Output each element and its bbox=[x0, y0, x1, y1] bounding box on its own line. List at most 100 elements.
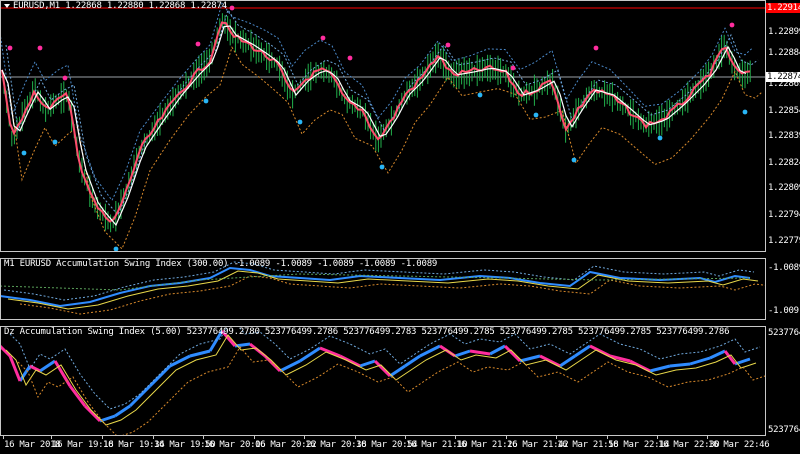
upper-band-line bbox=[0, 2, 753, 202]
dz-up-segment bbox=[574, 344, 591, 358]
signal-dot-bottom bbox=[297, 119, 303, 125]
signal-dot-top bbox=[729, 22, 735, 28]
dz-axis: 52377649 52377649 bbox=[766, 326, 800, 436]
signal-dot-bottom bbox=[477, 92, 483, 98]
chevron-down-icon[interactable] bbox=[4, 3, 10, 8]
dz-up-segment bbox=[404, 354, 421, 368]
symbol-name: EURUSD,M1 bbox=[13, 1, 60, 11]
dz-down-segment bbox=[29, 364, 41, 373]
dz-lower-band bbox=[17, 346, 766, 436]
price-chart-pane[interactable]: EURUSD,M1 1.22868 1.22880 1.22868 1.2287… bbox=[0, 0, 766, 252]
dz-chart-canvas[interactable] bbox=[0, 326, 766, 436]
dz-down-segment bbox=[68, 385, 87, 407]
time-tick bbox=[51, 436, 52, 439]
signal-dot-bottom bbox=[742, 109, 748, 115]
time-tick bbox=[657, 436, 658, 439]
upper-band-line-2 bbox=[5, 8, 759, 216]
price-axis-label: 1.22899 bbox=[768, 27, 800, 37]
signal-dot-bottom bbox=[571, 157, 577, 163]
signal-dot-top bbox=[229, 5, 235, 11]
signal-dot-top bbox=[347, 55, 353, 61]
dz-up-segment bbox=[689, 356, 711, 366]
time-tick bbox=[455, 436, 456, 439]
signal-dot-top bbox=[593, 45, 599, 51]
dz-signal-line bbox=[5, 334, 757, 426]
time-tick bbox=[556, 436, 557, 439]
asi-axis-bottom: -1.009 bbox=[768, 306, 799, 316]
dz-up-segment bbox=[148, 364, 172, 388]
dz-up-segment bbox=[189, 349, 211, 358]
signal-dot-bottom bbox=[52, 139, 58, 145]
dz-down-segment bbox=[469, 349, 491, 356]
price-axis-label: 1.22779 bbox=[768, 236, 800, 246]
signal-dot-top bbox=[445, 42, 451, 48]
dz-down-segment bbox=[629, 359, 651, 373]
dz-axis-bottom: 52377649 bbox=[768, 425, 800, 435]
time-tick bbox=[607, 436, 608, 439]
signal-dot-top bbox=[7, 45, 13, 51]
time-tick bbox=[304, 436, 305, 439]
asi-title: M1 EURUSD Accumulation Swing Index (300.… bbox=[4, 259, 438, 269]
dz-down-segment bbox=[8, 355, 22, 382]
dz-up-segment bbox=[489, 344, 506, 356]
dz-down-segment bbox=[249, 342, 266, 358]
signal-dot-top bbox=[62, 75, 68, 81]
dz-down-segment bbox=[53, 360, 72, 387]
signal-dot-top bbox=[320, 35, 326, 41]
dz-up-segment bbox=[559, 354, 576, 368]
time-tick bbox=[707, 436, 708, 439]
ohlc-values: 1.22868 1.22880 1.22868 1.22874 bbox=[65, 1, 227, 11]
time-tick bbox=[254, 436, 255, 439]
price-chart-canvas[interactable] bbox=[0, 0, 766, 252]
dz-down-segment bbox=[319, 346, 341, 358]
dz-up-segment bbox=[519, 354, 541, 363]
dz-axis-top: 52377649 bbox=[768, 328, 800, 338]
price-axis-label: 1.22839 bbox=[768, 131, 800, 141]
signal-dot-bottom bbox=[379, 164, 385, 170]
time-tick bbox=[3, 436, 4, 439]
dz-down-segment bbox=[373, 359, 392, 378]
signal-dot-top bbox=[510, 65, 516, 71]
dz-up-segment bbox=[649, 364, 671, 373]
dz-up-segment bbox=[114, 404, 131, 418]
price-axis-label: 1.22884 bbox=[768, 48, 800, 58]
dz-down-segment bbox=[0, 344, 12, 358]
symbol-title: EURUSD,M1 1.22868 1.22880 1.22868 1.2287… bbox=[4, 1, 227, 11]
dz-down-segment bbox=[339, 354, 361, 368]
price-axis-label: 1.22809 bbox=[768, 183, 800, 193]
time-tick bbox=[203, 436, 204, 439]
price-axis-label: 1.22794 bbox=[768, 210, 800, 220]
signal-dot-bottom bbox=[657, 135, 663, 141]
dz-up-segment bbox=[454, 349, 471, 358]
time-tick bbox=[355, 436, 356, 439]
dz-down-segment bbox=[589, 344, 611, 358]
time-tick bbox=[153, 436, 154, 439]
price-axis[interactable]: 1.22914 1.228991.228841.228691.228541.22… bbox=[766, 0, 800, 252]
asi-axis-top: -1.0089 bbox=[768, 263, 800, 273]
dz-indicator-pane[interactable]: Dz Accumulation Swing Index (5.00) 52377… bbox=[0, 326, 766, 436]
signal-dot-top bbox=[195, 41, 201, 47]
signal-dot-bottom bbox=[21, 150, 27, 156]
dz-title: Dz Accumulation Swing Index (5.00) 52377… bbox=[4, 327, 730, 337]
dz-up-segment bbox=[128, 384, 152, 408]
signal-dot-bottom bbox=[203, 98, 209, 104]
signal-dot-bottom bbox=[533, 112, 539, 118]
dz-up-segment bbox=[39, 359, 56, 373]
current-price-tag: 1.22874 bbox=[766, 72, 800, 82]
dz-up-segment bbox=[669, 362, 691, 368]
time-tick bbox=[506, 436, 507, 439]
price-axis-label: 1.22824 bbox=[768, 158, 800, 168]
signal-dot-top bbox=[37, 45, 43, 51]
asi-indicator-pane[interactable]: M1 EURUSD Accumulation Swing Index (300.… bbox=[0, 258, 766, 320]
high-price-tag: 1.22914 bbox=[766, 3, 800, 13]
time-tick bbox=[102, 436, 103, 439]
dz-upper-band bbox=[9, 326, 761, 410]
signal-dot-bottom bbox=[113, 246, 119, 252]
time-axis[interactable]: 16 Mar 2018 16 Mar 19:18 16 Mar 19:34 16 Ma… bbox=[0, 436, 800, 454]
time-axis-label: 16 Mar 22:46 bbox=[708, 440, 770, 450]
dz-down-segment bbox=[503, 344, 522, 363]
slow-ma-line bbox=[1, 25, 747, 227]
asi-axis: -1.0089 -1.009 bbox=[766, 258, 800, 320]
price-axis-label: 1.22854 bbox=[768, 106, 800, 116]
lower-band-line bbox=[9, 46, 763, 250]
